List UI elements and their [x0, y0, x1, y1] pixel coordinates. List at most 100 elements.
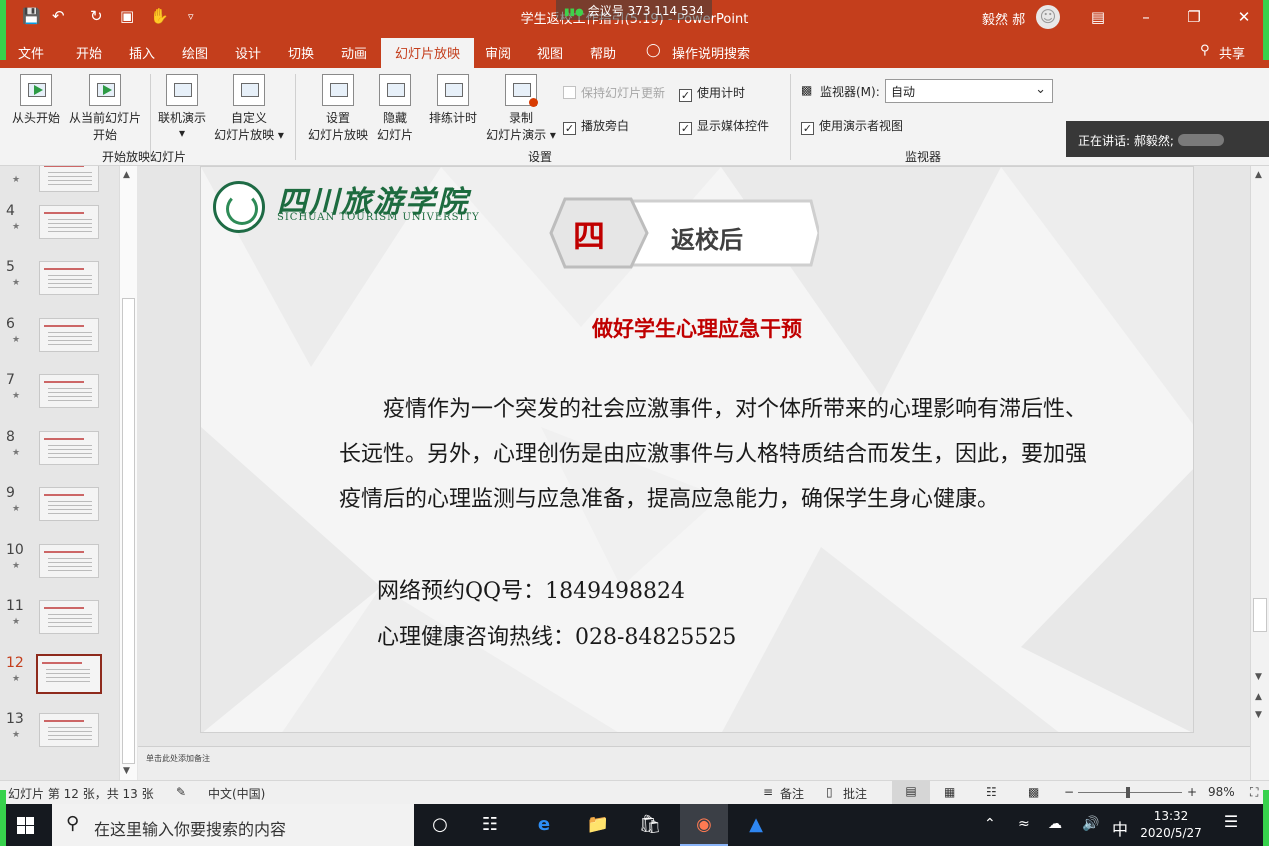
scrollbar-thumb[interactable]	[1253, 598, 1267, 632]
slide-thumbnail[interactable]: 8 ★	[0, 429, 120, 479]
slide-thumbnail[interactable]: 5 ★	[0, 259, 120, 309]
system-clock[interactable]: 13:32 2020/5/27	[1140, 808, 1202, 842]
slide-thumbnail[interactable]: 6 ★	[0, 316, 120, 366]
close-icon[interactable]: ✕	[1232, 5, 1256, 29]
powerpoint-taskbar-icon[interactable]: ◉	[680, 804, 728, 846]
thumbnail-image	[39, 374, 99, 408]
fit-to-window-icon[interactable]: ⛶	[1250, 785, 1258, 800]
scroll-down-icon[interactable]: ▼	[123, 766, 130, 776]
previous-slide-icon[interactable]: ▲	[1255, 692, 1262, 702]
store-icon[interactable]: 🛍	[626, 804, 674, 846]
ribbon-display-icon[interactable]: ▤	[1086, 5, 1110, 29]
slide-sorter-icon[interactable]: ▦	[944, 785, 955, 799]
present-online-button[interactable]: 联机演示 ▾	[154, 74, 210, 140]
slide-thumbnail-active[interactable]: 12 ★	[0, 654, 120, 705]
hide-slide-button[interactable]: 隐藏 幻灯片	[374, 74, 416, 143]
tab-transitions[interactable]: 切换	[288, 43, 314, 62]
scroll-down-icon[interactable]: ▼	[1255, 672, 1262, 682]
tab-help[interactable]: 帮助	[590, 43, 616, 62]
group-start-slideshow-label: 开始放映幻灯片	[102, 150, 187, 164]
slide-thumbnail[interactable]: 4 ★	[0, 203, 120, 253]
task-view-icon[interactable]: ☷	[466, 804, 514, 846]
edge-browser-icon[interactable]: e	[520, 804, 568, 846]
hotline-line: 心理健康咨询热线：028-84825525	[377, 625, 737, 650]
presenter-view-checkbox[interactable]: ✓ 使用演示者视图	[801, 117, 903, 135]
user-name[interactable]: 毅然 郝	[982, 9, 1025, 28]
slide-number: 11	[6, 598, 24, 614]
slide-scrollbar[interactable]: ▲ ▼ ▲ ▼	[1250, 166, 1269, 780]
reading-view-icon[interactable]: ☷	[986, 785, 997, 799]
scroll-up-icon[interactable]: ▲	[123, 170, 130, 180]
tab-view[interactable]: 视图	[537, 43, 563, 62]
thumbnail-scrollbar[interactable]: ▲ ▼	[119, 166, 137, 780]
monitor-label: 监视器(M):	[820, 85, 880, 99]
restore-icon[interactable]: ❐	[1182, 5, 1206, 29]
accessibility-icon[interactable]: ✎	[176, 785, 186, 799]
volume-icon[interactable]: 🔊	[1082, 816, 1099, 832]
notification-icon[interactable]: ☰	[1218, 812, 1244, 836]
use-timings-checkbox[interactable]: ✓ 使用计时	[679, 84, 745, 102]
slideshow-view-icon[interactable]: ▩	[1028, 785, 1039, 799]
tab-draw[interactable]: 绘图	[182, 43, 208, 62]
tab-review[interactable]: 审阅	[485, 43, 511, 62]
show-media-controls-checkbox[interactable]: ✓ 显示媒体控件	[679, 117, 769, 135]
tab-insert[interactable]: 插入	[129, 43, 155, 62]
rehearse-timings-button[interactable]: 排练计时	[424, 74, 482, 126]
wifi-icon[interactable]: ≈	[1018, 816, 1030, 832]
scrollbar-thumb[interactable]	[122, 298, 135, 764]
tell-me-search[interactable]: 操作说明搜索	[672, 43, 750, 62]
tab-file[interactable]: 文件	[18, 43, 44, 62]
zoom-in-button[interactable]: +	[1187, 785, 1197, 799]
custom-slideshow-button[interactable]: 自定义 幻灯片放映 ▾	[210, 74, 288, 143]
zoom-level[interactable]: 98%	[1208, 785, 1235, 799]
tab-design[interactable]: 设计	[235, 43, 261, 62]
setup-slideshow-button[interactable]: 设置 幻灯片放映	[302, 74, 374, 143]
play-narrations-checkbox[interactable]: ✓ 播放旁白	[563, 117, 629, 135]
zoom-slider-thumb[interactable]	[1126, 787, 1130, 798]
ime-indicator[interactable]: 中	[1112, 816, 1128, 840]
minimize-icon[interactable]: –	[1134, 5, 1158, 29]
meeting-app-icon[interactable]: ▲	[732, 804, 780, 846]
tray-expand-icon[interactable]: ⌃	[984, 816, 996, 832]
slide-thumbnail[interactable]: 11 ★	[0, 598, 120, 648]
slide-thumbnail[interactable]: 13 ★	[0, 711, 120, 761]
slide-number: 5	[6, 259, 15, 275]
notes-pane[interactable]: 单击此处添加备注	[138, 746, 1250, 780]
from-current-button[interactable]: 从当前幻灯片 开始	[64, 74, 146, 143]
slide-canvas[interactable]: 四川旅游学院 SICHUAN TOURISM UNIVERSITY 四 返校后 …	[200, 166, 1194, 733]
tab-home[interactable]: 开始	[76, 43, 102, 62]
slide-thumbnail-3[interactable]: ★	[0, 166, 120, 206]
record-slideshow-button[interactable]: 录制 幻灯片演示 ▾	[482, 74, 560, 143]
tab-slideshow[interactable]: 幻灯片放映	[381, 38, 475, 68]
taskbar-search-box[interactable]: ⚲ 在这里输入你要搜索的内容	[52, 804, 414, 846]
comments-icon: ▯	[826, 785, 833, 799]
from-beginning-button[interactable]: 从头开始	[8, 74, 64, 126]
slide-thumbnail[interactable]: 7 ★	[0, 372, 120, 422]
zoom-slider[interactable]	[1078, 792, 1182, 793]
onedrive-icon[interactable]: ☁	[1048, 816, 1062, 832]
windows-start-icon[interactable]	[0, 804, 52, 846]
setup-label: 设置	[325, 111, 350, 125]
share-icon[interactable]: ⚲	[1200, 43, 1210, 58]
thumbnail-image	[39, 487, 99, 521]
comments-button[interactable]: 批注	[843, 785, 867, 802]
group-setup-label: 设置	[528, 150, 553, 164]
slide-thumbnail[interactable]: 10 ★	[0, 542, 120, 592]
avatar[interactable]: ☺	[1036, 5, 1060, 29]
file-explorer-icon[interactable]: 📁	[574, 804, 622, 846]
monitor-select[interactable]: 自动 ⌄	[885, 79, 1053, 103]
scroll-up-icon[interactable]: ▲	[1255, 170, 1262, 180]
slide-heading: 做好学生心理应急干预	[592, 317, 802, 341]
star-icon: ★	[12, 335, 21, 345]
notes-button[interactable]: 备注	[780, 785, 804, 802]
language-indicator[interactable]: 中文(中国)	[208, 785, 265, 802]
title-bar: 💾 ↶ ↻ ▣ ✋ ▿ 学生返校工作指引(5.19) - PowerPoint …	[0, 0, 1269, 34]
zoom-out-button[interactable]: −	[1064, 785, 1074, 799]
slide-thumbnail[interactable]: 9 ★	[0, 485, 120, 535]
next-slide-icon[interactable]: ▼	[1255, 710, 1262, 720]
keep-slides-updated-checkbox[interactable]: 保持幻灯片更新	[563, 84, 665, 101]
normal-view-icon[interactable]: ▤	[892, 781, 930, 804]
share-button[interactable]: 共享	[1219, 43, 1245, 62]
tab-animations[interactable]: 动画	[341, 43, 367, 62]
cortana-icon[interactable]: ○	[416, 804, 464, 846]
